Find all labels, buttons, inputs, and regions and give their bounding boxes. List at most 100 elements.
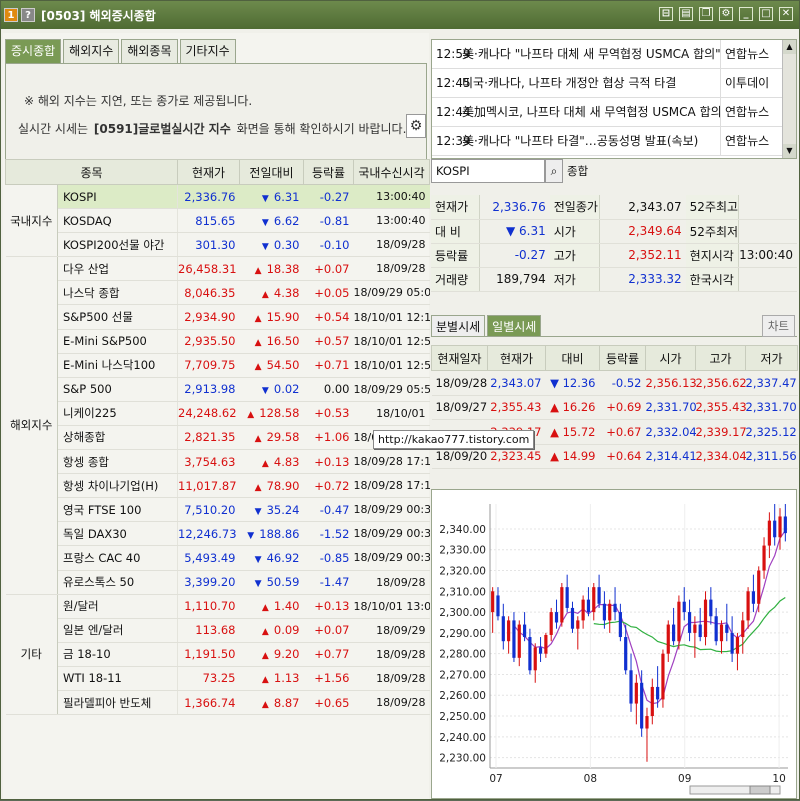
table-row[interactable]: 상해종합2,821.35▲29.58+1.0618/09/28 16:01:04 (6, 425, 430, 451)
link-icon[interactable]: ⊟ (659, 7, 673, 21)
realtime-index-link[interactable]: [0591]글로벌실시간 지수 (94, 122, 231, 136)
tab-foreign-index[interactable]: 해외지수 (63, 39, 120, 63)
daily-col[interactable]: 저가 (745, 345, 798, 371)
row-name[interactable]: 독일 DAX30 (57, 521, 178, 547)
row-change: ▼ 6.31 (239, 184, 304, 210)
daily-cell: 2,314.41 (645, 444, 696, 469)
row-name[interactable]: 금 18-10 (57, 642, 178, 667)
daily-row[interactable]: 18/09/27 2,355.43 ▲ 16.26 +0.69 2,331.70 2,35… (431, 395, 798, 420)
daily-row[interactable]: 18/09/28 2,343.07 ▼ 12.36 -0.52 2,356.13 2,35… (431, 370, 798, 396)
table-row[interactable]: KOSPI200선물 야간 301.30 ▼ 0.30 -0.10 18/09/28 (6, 232, 430, 258)
news-headline[interactable]: 美·캐나다 "나프타 타결"…공동성명 발표(속보) (462, 127, 720, 155)
settings-icon[interactable]: ⚙ (719, 7, 733, 21)
quote-value: 2,343.07 (599, 195, 686, 220)
table-row[interactable]: E-Mini S&P500 2,935.50 ▲ 16.50 +0.57 18/10/01… (6, 329, 430, 354)
candlestick-chart[interactable]: 2,340.00 2,330.00 2,320.00 2,310.00 2,300.00… (432, 490, 796, 798)
row-name[interactable]: 일본 엔/달러 (57, 618, 178, 643)
table-row[interactable]: 유로스톡스 50 3,399.20 ▼ 50.59 -1.47 18/09/28 (6, 570, 430, 595)
row-name[interactable]: WTI 18-11 (57, 666, 178, 691)
tab-market-summary[interactable]: 증시종합 (5, 39, 62, 63)
row-name[interactable]: KOSDAQ (57, 208, 178, 234)
tab-foreign-stocks[interactable]: 해외종목 (121, 39, 178, 63)
chart-button[interactable]: 차트 (761, 315, 795, 337)
daily-cell: ▲ 15.72 (545, 419, 600, 445)
row-name[interactable]: E-Mini 나스닥100 (57, 353, 178, 378)
table-row[interactable]: S&P 5002,913.98 ▼ 0.020.0018/09/29 05:51:3… (6, 377, 430, 402)
news-scrollbar[interactable]: ▲ ▼ (782, 40, 796, 158)
close-icon[interactable]: ✕ (779, 7, 793, 21)
news-item[interactable]: 12:39 美·캐나다 "나프타 타결"…공동성명 발표(속보) 연합뉴스 (432, 127, 796, 156)
row-name[interactable]: 필라델피아 반도체 (57, 690, 178, 716)
table-row[interactable]: 일본 엔/달러 113.68 ▲ 0.09 +0.07 18/09/29 (6, 618, 430, 643)
row-name[interactable]: E-Mini S&P500 (57, 329, 178, 354)
daily-col[interactable]: 대비 (545, 345, 600, 371)
price-chart[interactable]: 2,340.00 2,330.00 2,320.00 2,310.00 2,300.00… (431, 489, 797, 799)
daily-col[interactable]: 현재일자 (431, 345, 488, 371)
table-row[interactable]: 필라델피아 반도체 1,366.74 ▲ 8.87 +0.65 18/09/28 (6, 690, 430, 716)
table-row[interactable]: 해외지수 다우 산업 26,458.31 ▲ 18.38 +0.07 18/09/28 (5, 256, 430, 595)
table-row[interactable]: 항셍 종합3,754.63 ▲ 4.83+0.1318/09/28 17:10:10 (6, 449, 430, 475)
row-name[interactable]: KOSPI (57, 184, 178, 210)
scroll-down-icon[interactable]: ▼ (783, 144, 796, 158)
daily-col[interactable]: 현재가 (487, 345, 546, 371)
quote-row: 등락률 -0.27 고가 2,352.11 현지시각 13:00:40 (431, 243, 797, 268)
screen-number-icon[interactable]: 1 (4, 8, 18, 22)
symbol-input[interactable]: KOSPI (431, 159, 545, 183)
row-change: ▲ 4.83 (239, 449, 304, 475)
table-row[interactable]: 항셍 차이나기업(H) 11,017.87 ▲ 78.90 +0.72 18/09/28 … (6, 473, 430, 499)
scroll-up-icon[interactable]: ▲ (783, 40, 796, 54)
col-time[interactable]: 국내수신시각 (353, 159, 430, 185)
col-rate[interactable]: 등락률 (303, 159, 354, 185)
row-name[interactable]: S&P 500 (57, 377, 178, 402)
row-name[interactable]: 원/달러 (57, 594, 178, 619)
print-icon[interactable]: ▤ (679, 7, 693, 21)
copy-icon[interactable]: ❐ (699, 7, 713, 21)
table-row[interactable]: S&P500 선물 2,934.90 ▲ 15.90 +0.54 18/10/01 12:… (6, 304, 430, 330)
table-row[interactable]: 프랑스 CAC 40 5,493.49 ▼ 46.92 -0.85 18/09/29 00… (6, 545, 430, 571)
row-name[interactable]: 항셍 종합 (57, 449, 178, 475)
table-row[interactable]: 독일 DAX30 12,246.73 ▼ 188.86 -1.52 18/09/29 00… (6, 521, 430, 547)
col-name[interactable]: 종목 (5, 159, 178, 185)
table-row[interactable]: 영국 FTSE 100 7,510.20 ▼ 35.24 -0.47 18/09/29 0… (6, 497, 430, 523)
help-icon[interactable]: ? (21, 8, 35, 22)
table-row[interactable]: KOSDAQ 815.65 ▼ 6.62 -0.81 13:00:40 (6, 208, 430, 234)
table-row[interactable]: WTI 18-11 73.25 ▲ 1.13 +1.56 18/09/28 (6, 666, 430, 691)
col-price[interactable]: 현재가 (177, 159, 240, 185)
row-name[interactable]: 상해종합 (57, 425, 178, 451)
table-row[interactable]: 니케이225 24,248.62 ▲ 128.58 +0.53 18/10/01 (6, 401, 430, 426)
gear-icon[interactable]: ⚙ (406, 114, 426, 138)
news-headline[interactable]: 美加멕시코, 나프타 대체 새 무역협정 USMCA 합의( (462, 98, 720, 126)
row-name[interactable]: 다우 산업 (57, 256, 178, 282)
table-row[interactable]: 기타원/달러1,110.70 ▲ 1.40+0.1318/10/01 13:00:0… (5, 594, 430, 716)
maximize-icon[interactable]: □ (759, 7, 773, 21)
tab-minute-prices[interactable]: 분별시세 (431, 315, 486, 336)
tab-daily-prices[interactable]: 일별시세 (487, 315, 542, 336)
row-rate: -0.85 (303, 545, 354, 571)
table-row[interactable]: 나스닥 종합8,046.35 ▲ 4.38+0.0518/09/29 05:01:5… (6, 280, 430, 306)
row-name[interactable]: KOSPI200선물 야간 (57, 232, 178, 258)
news-item[interactable]: 12:59 美·캐나다 "나프타 대체 새 무역협정 USMCA 합의" 공 연합뉴… (432, 40, 796, 69)
news-item[interactable]: 12:45 미국·캐나다, 나프타 개정안 협상 극적 타결 이투데이 (432, 69, 796, 98)
daily-col[interactable]: 시가 (645, 345, 696, 371)
row-name[interactable]: 유로스톡스 50 (57, 570, 178, 595)
row-name[interactable]: 나스닥 종합 (57, 280, 178, 306)
news-item[interactable]: 12:44 美加멕시코, 나프타 대체 새 무역협정 USMCA 합의(연합뉴스 (432, 98, 796, 127)
row-name[interactable]: 항셍 차이나기업(H) (57, 473, 178, 499)
table-row[interactable]: E-Mini 나스닥100 7,709.75 ▲ 54.50 +0.71 18/10/01… (6, 353, 430, 378)
news-headline[interactable]: 美·캐나다 "나프타 대체 새 무역협정 USMCA 합의" 공 (462, 40, 720, 68)
row-name[interactable]: 니케이225 (57, 401, 178, 426)
row-name[interactable]: 프랑스 CAC 40 (57, 545, 178, 571)
tab-other-index[interactable]: 기타지수 (179, 39, 236, 63)
daily-col[interactable]: 고가 (695, 345, 746, 371)
news-headline[interactable]: 미국·캐나다, 나프타 개정안 협상 극적 타결 (462, 69, 720, 97)
col-change[interactable]: 전일대비 (239, 159, 304, 185)
daily-cell: 2,337.47 (745, 370, 798, 396)
table-row[interactable]: 금 18-10 1,191.50 ▲ 9.20 +0.77 18/09/28 (6, 642, 430, 667)
minimize-icon[interactable]: _ (739, 7, 753, 21)
search-icon[interactable]: ⌕ (545, 159, 563, 183)
table-row[interactable]: 국내지수 KOSPI 2,336.76 ▼ 6.31 -0.27 13:00:40 (5, 184, 430, 258)
daily-col[interactable]: 등락률 (599, 345, 646, 371)
row-name[interactable]: 영국 FTSE 100 (57, 497, 178, 523)
row-name[interactable]: S&P500 선물 (57, 304, 178, 330)
row-change: ▼ 6.62 (239, 208, 304, 234)
